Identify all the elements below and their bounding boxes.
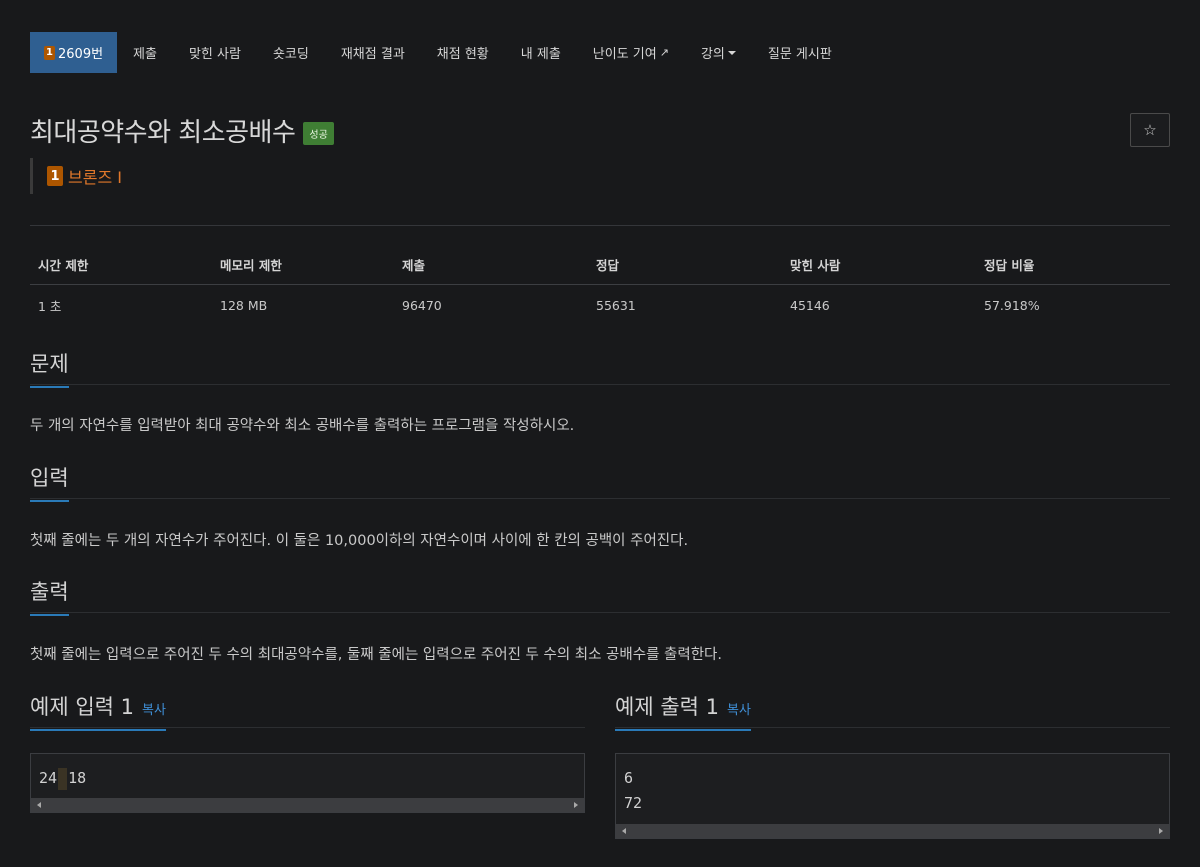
nav-my-submissions-label: 내 제출: [520, 47, 561, 62]
nav-judge-status[interactable]: 채점 현황: [421, 32, 505, 73]
table-row: 1 초 128 MB 96470 55631 45146 57.918%: [30, 285, 1170, 327]
section-divider: [30, 727, 585, 728]
section-divider: [30, 612, 1170, 613]
bronze-tier-icon: 1: [47, 166, 63, 186]
nav-judge-status-label: 채점 현황: [436, 47, 489, 62]
cell-time-limit: 1 초: [38, 299, 62, 314]
star-icon: ☆: [1143, 121, 1157, 139]
header-time-limit: 시간 제한: [30, 250, 212, 285]
nav-difficulty-contribute-label: 난이도 기여: [592, 47, 657, 62]
section-divider: [30, 384, 1170, 385]
cell-memory-limit: 128 MB: [220, 298, 268, 313]
header-solved-users: 맞힌 사람: [782, 250, 976, 285]
section-divider: [615, 727, 1170, 728]
problem-tier: 1 브론즈 I: [30, 158, 122, 194]
description-title: 문제: [30, 348, 69, 388]
copy-sample-output-link[interactable]: 복사: [727, 703, 751, 718]
nav-question-board[interactable]: 질문 게시판: [752, 32, 848, 73]
sample-input-first: 24: [39, 769, 58, 787]
nav-problem-number[interactable]: 1 2609번: [30, 32, 118, 73]
table-header-row: 시간 제한 메모리 제한 제출 정답 맞힌 사람 정답 비율: [30, 250, 1170, 285]
scroll-right-icon[interactable]: [574, 802, 578, 808]
nav-difficulty-contribute[interactable]: 난이도 기여 ↗: [577, 32, 685, 73]
description-section-head: 문제: [30, 348, 1170, 388]
horizontal-scrollbar[interactable]: [31, 798, 584, 812]
caret-down-icon: [727, 50, 736, 55]
sample-input-box[interactable]: 24 18: [30, 753, 585, 813]
nav-solved-users-label: 맞힌 사람: [188, 47, 241, 62]
description-text: 두 개의 자연수를 입력받아 최대 공약수와 최소 공배수를 출력하는 프로그램…: [30, 418, 575, 434]
sample-output-line: 72: [624, 794, 643, 812]
header-accepted: 정답: [588, 250, 782, 285]
favorite-star-button[interactable]: ☆: [1130, 113, 1170, 147]
horizontal-scrollbar[interactable]: [616, 824, 1169, 838]
sample-input-title-text: 예제 입력 1: [30, 695, 134, 719]
sample-input-content: 24 18: [31, 754, 584, 795]
header-memory-limit: 메모리 제한: [212, 250, 394, 285]
sample-output-line: 6: [624, 769, 634, 787]
nav-solved-users[interactable]: 맞힌 사람: [173, 32, 257, 73]
nav-submit[interactable]: 제출: [117, 32, 173, 73]
nav-rejudge-results-label: 재채점 결과: [340, 47, 405, 62]
tier-label[interactable]: 브론즈 I: [68, 164, 122, 188]
sample-input-title: 예제 입력 1 복사: [30, 691, 166, 731]
sample-output-head: 예제 출력 1 복사: [615, 691, 1170, 731]
scroll-left-icon[interactable]: [37, 802, 41, 808]
nav-submit-label: 제출: [133, 47, 157, 62]
nav-short-coding[interactable]: 숏코딩: [257, 32, 325, 73]
cell-accept-ratio: 57.918%: [984, 298, 1040, 313]
scroll-right-icon[interactable]: [1159, 828, 1163, 834]
problem-number-label: 2609번: [58, 47, 104, 62]
scroll-left-icon[interactable]: [622, 828, 626, 834]
cell-accepted: 55631: [596, 298, 636, 313]
input-section-head: 입력: [30, 462, 1170, 502]
nav-lectures-dropdown[interactable]: 강의: [685, 32, 752, 73]
header-accept-ratio: 정답 비율: [976, 250, 1170, 285]
cell-submissions[interactable]: 96470: [394, 285, 588, 327]
output-title: 출력: [30, 576, 69, 616]
nav-lectures-label: 강의: [700, 47, 725, 62]
text-cursor-highlight: [58, 767, 68, 790]
sample-input-second: 18: [68, 769, 87, 787]
sample-output-box[interactable]: 6 72: [615, 753, 1170, 839]
header-submissions: 제출: [394, 250, 588, 285]
cell-solved-users[interactable]: 45146: [782, 285, 976, 327]
nav-rejudge-results[interactable]: 재채점 결과: [325, 32, 421, 73]
nav-short-coding-label: 숏코딩: [272, 47, 309, 62]
sample-output-title-text: 예제 출력 1: [615, 695, 719, 719]
nav-question-board-label: 질문 게시판: [767, 47, 832, 62]
output-text: 첫째 줄에는 입력으로 주어진 두 수의 최대공약수를, 둘째 줄에는 입력으로…: [30, 647, 722, 663]
sample-input-head: 예제 입력 1 복사: [30, 691, 585, 731]
copy-sample-input-link[interactable]: 복사: [142, 703, 166, 718]
title-row: 최대공약수와 최소공배수 성공: [30, 112, 334, 149]
status-badge: 성공: [303, 122, 334, 145]
sample-output-content: 6 72: [616, 754, 1169, 820]
input-text: 첫째 줄에는 두 개의 자연수가 주어진다. 이 둘은 10,000이하의 자연…: [30, 533, 689, 549]
nav-my-submissions[interactable]: 내 제출: [505, 32, 577, 73]
output-section-head: 출력: [30, 576, 1170, 616]
section-divider: [30, 498, 1170, 499]
problem-nav: 1 2609번 제출 맞힌 사람 숏코딩 재채점 결과 채점 현황 내 제출 난…: [30, 32, 848, 73]
sample-output-title: 예제 출력 1 복사: [615, 691, 751, 731]
page-title: 최대공약수와 최소공배수: [30, 118, 296, 148]
external-link-icon: ↗: [659, 46, 669, 59]
bronze-tier-icon: 1: [44, 45, 55, 60]
problem-info-table: 시간 제한 메모리 제한 제출 정답 맞힌 사람 정답 비율 1 초 128 M…: [30, 250, 1170, 326]
input-title: 입력: [30, 462, 69, 502]
header-divider: [30, 225, 1170, 226]
